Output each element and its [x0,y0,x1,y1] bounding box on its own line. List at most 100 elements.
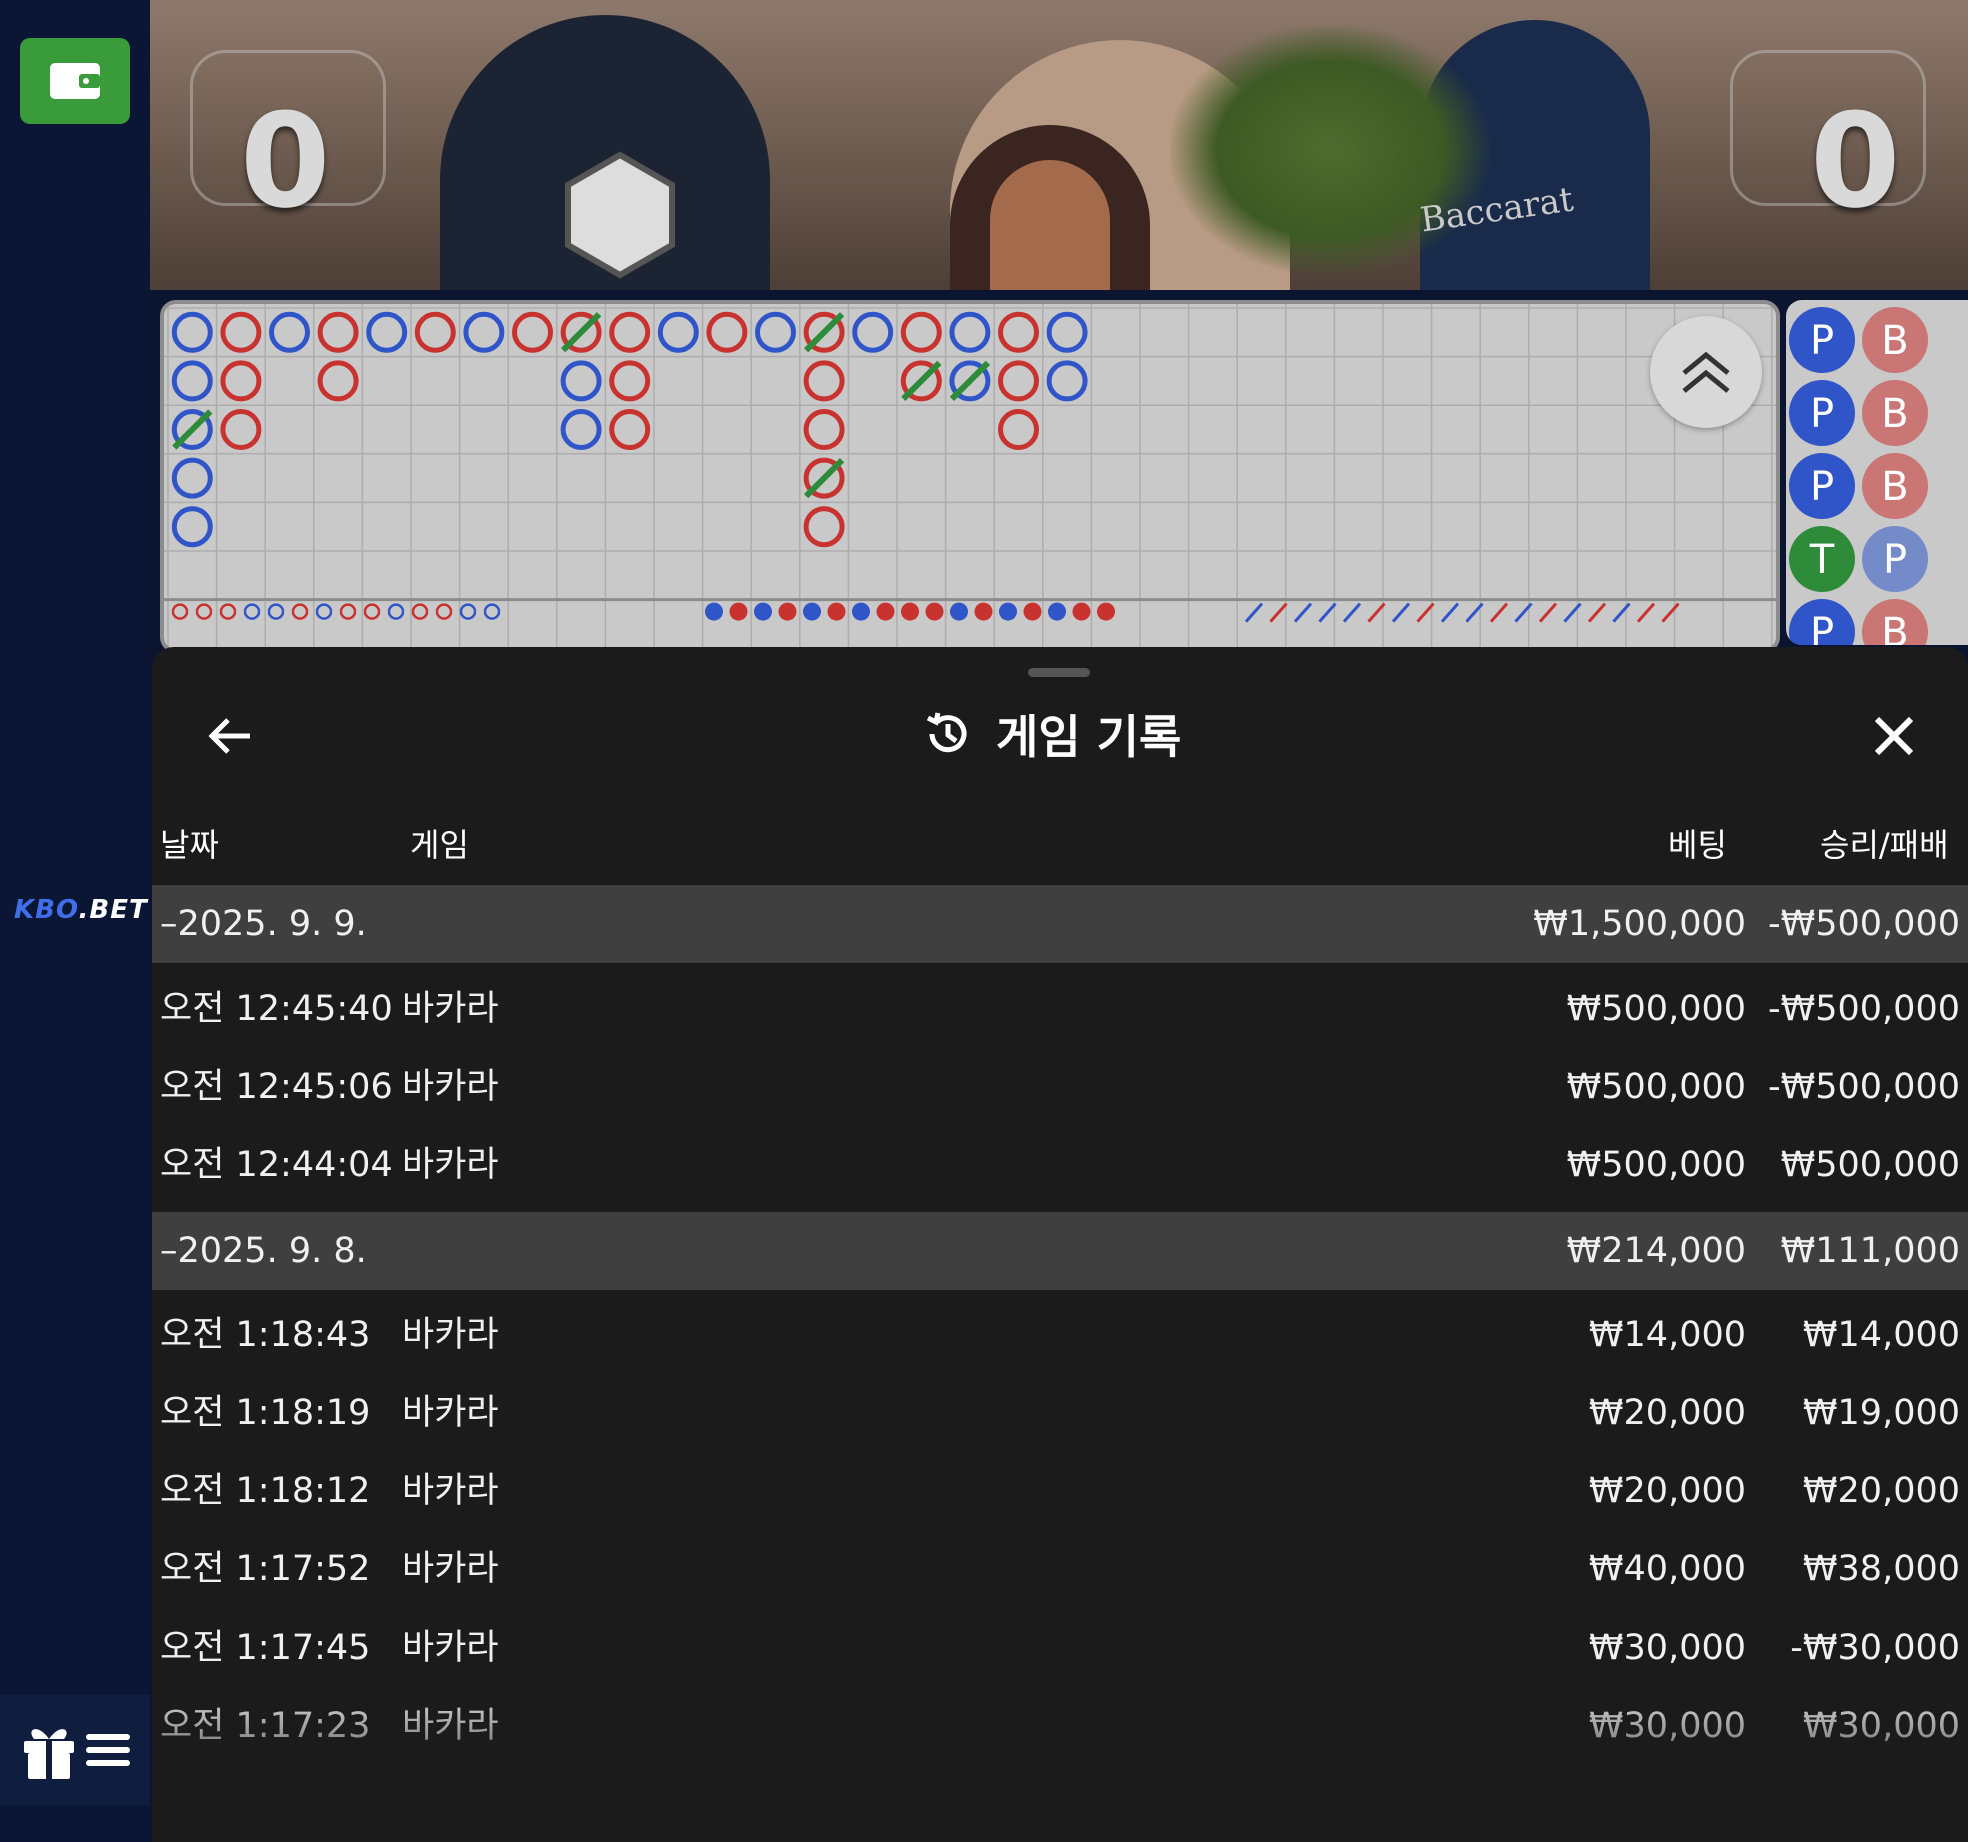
small-road-mark [876,602,895,621]
cockroach-road-mark [1440,602,1460,623]
row-game: 바카라 [402,989,499,1029]
close-button[interactable] [1864,708,1924,764]
player-win-mark [852,311,894,353]
column-header-bet: 베팅 [1668,826,1727,864]
bead-road-label: B [1881,318,1908,364]
small-road-mark [1048,602,1066,621]
row-result: -₩500,000 [1768,904,1960,944]
date-group-row[interactable]: –2025. 9. 8. ₩214,000 ₩111,000 [152,1212,1968,1290]
row-time: 오전 1:18:43 [160,1315,371,1355]
player-win-mark [366,311,408,353]
column-header-result: 승리/패배 [1820,826,1949,864]
row-game: 바카라 [402,1628,499,1668]
banker-win-mark [803,506,845,548]
banker-win-mark [220,311,262,353]
bead-road: PBPBPBTPPB [1786,300,1968,645]
table-row: 오전 12:44:04 바카라 ₩500,000 ₩500,000 [152,1126,1968,1204]
row-time: 오전 12:45:06 [160,1067,393,1107]
big-eye-road-mark [435,603,453,620]
small-road-mark [852,602,870,621]
close-icon [1874,716,1914,756]
player-win-mark [560,409,602,450]
small-road-mark [925,602,944,621]
table-row: 오전 1:17:45 바카라 ₩30,000 -₩30,000 [152,1609,1968,1687]
row-result: -₩30,000 [1790,1628,1960,1668]
derived-roads [171,602,1680,623]
expand-roadmap-button[interactable] [1650,316,1762,428]
banker-win-mark [998,311,1039,353]
big-eye-road-mark [411,603,429,620]
row-bet: ₩30,000 [1588,1706,1746,1746]
row-bet: ₩214,000 [1566,1231,1746,1271]
cockroach-road-mark [1636,602,1656,623]
panel-title: 게임 기록 [996,710,1182,764]
player-win-mark [1046,311,1088,353]
table-row: 오전 12:45:40 바카라 ₩500,000 -₩500,000 [152,970,1968,1048]
banker-win-mark [706,311,748,353]
cockroach-road-mark [1587,602,1607,623]
row-time: 오전 1:18:12 [160,1471,371,1511]
banker-win-mark [512,311,553,353]
row-result: ₩19,000 [1802,1393,1960,1433]
row-result: ₩20,000 [1802,1471,1960,1511]
small-road-mark [778,602,797,621]
small-road-mark [1023,602,1042,621]
big-eye-road-mark [387,603,405,620]
big-eye-road-mark [291,603,309,620]
bead-road-label: P [1883,537,1907,583]
row-bet: ₩20,000 [1588,1471,1746,1511]
bead-road-label: B [1881,464,1908,510]
back-button[interactable] [200,708,260,764]
banker-win-mark [998,409,1039,450]
banker-win-mark [317,311,359,353]
row-game: 바카라 [402,1706,499,1746]
row-bet: ₩500,000 [1566,989,1746,1029]
row-date: –2025. 9. 8. [160,1231,367,1271]
player-win-mark [171,457,213,499]
player-win-mark [171,360,213,402]
cockroach-road-mark [1269,602,1288,623]
big-road [164,304,1776,649]
wallet-button[interactable] [20,38,130,124]
row-game: 바카라 [402,1315,499,1355]
big-eye-road-mark [315,603,333,620]
menu-icon [86,1734,130,1766]
table-row: 오전 1:17:52 바카라 ₩40,000 ₩38,000 [152,1530,1968,1608]
row-bet: ₩14,000 [1588,1315,1746,1355]
big-eye-road-mark [459,603,477,620]
cockroach-road-mark [1489,602,1509,623]
banker-win-mark [900,311,942,353]
gift-icon [24,1729,74,1781]
table-row: 오전 1:18:43 바카라 ₩14,000 ₩14,000 [152,1296,1968,1374]
row-time: 오전 12:45:40 [160,989,393,1029]
panel-header: 게임 기록 [152,690,1968,780]
cockroach-road-mark [1342,602,1362,623]
banker-win-mark [803,360,845,402]
row-bet: ₩1,500,000 [1533,904,1746,944]
date-group-row[interactable]: –2025. 9. 9. ₩1,500,000 -₩500,000 [152,885,1968,963]
kbo-bet-logo: KBO.BET [14,895,148,925]
bottom-menu[interactable] [0,1695,150,1805]
player-score: 0 [240,85,331,237]
row-result: -₩500,000 [1768,989,1960,1029]
small-road-mark [803,602,821,621]
banker-win-mark [220,360,262,402]
bead-road-grid: P BP BP BT PP B [1789,307,1928,645]
bead-road-label: P [1810,391,1834,437]
bead-road-label: P [1810,318,1834,364]
bead-road-label: B [1881,391,1908,437]
row-bet: ₩500,000 [1566,1067,1746,1107]
bead-road-label: P [1810,464,1834,510]
drag-handle[interactable] [1028,668,1090,677]
cockroach-road-mark [1293,602,1313,623]
big-eye-road-mark [195,603,213,620]
hexagon-emblem [565,151,675,279]
cockroach-road-mark [1367,602,1386,623]
big-eye-road-mark [243,603,261,620]
row-game: 바카라 [402,1145,499,1185]
big-eye-road-mark [219,603,237,620]
row-result: ₩500,000 [1780,1145,1960,1185]
bead-road-label: P [1810,610,1834,645]
cockroach-road-mark [1391,602,1411,623]
row-time: 오전 1:17:23 [160,1706,371,1746]
